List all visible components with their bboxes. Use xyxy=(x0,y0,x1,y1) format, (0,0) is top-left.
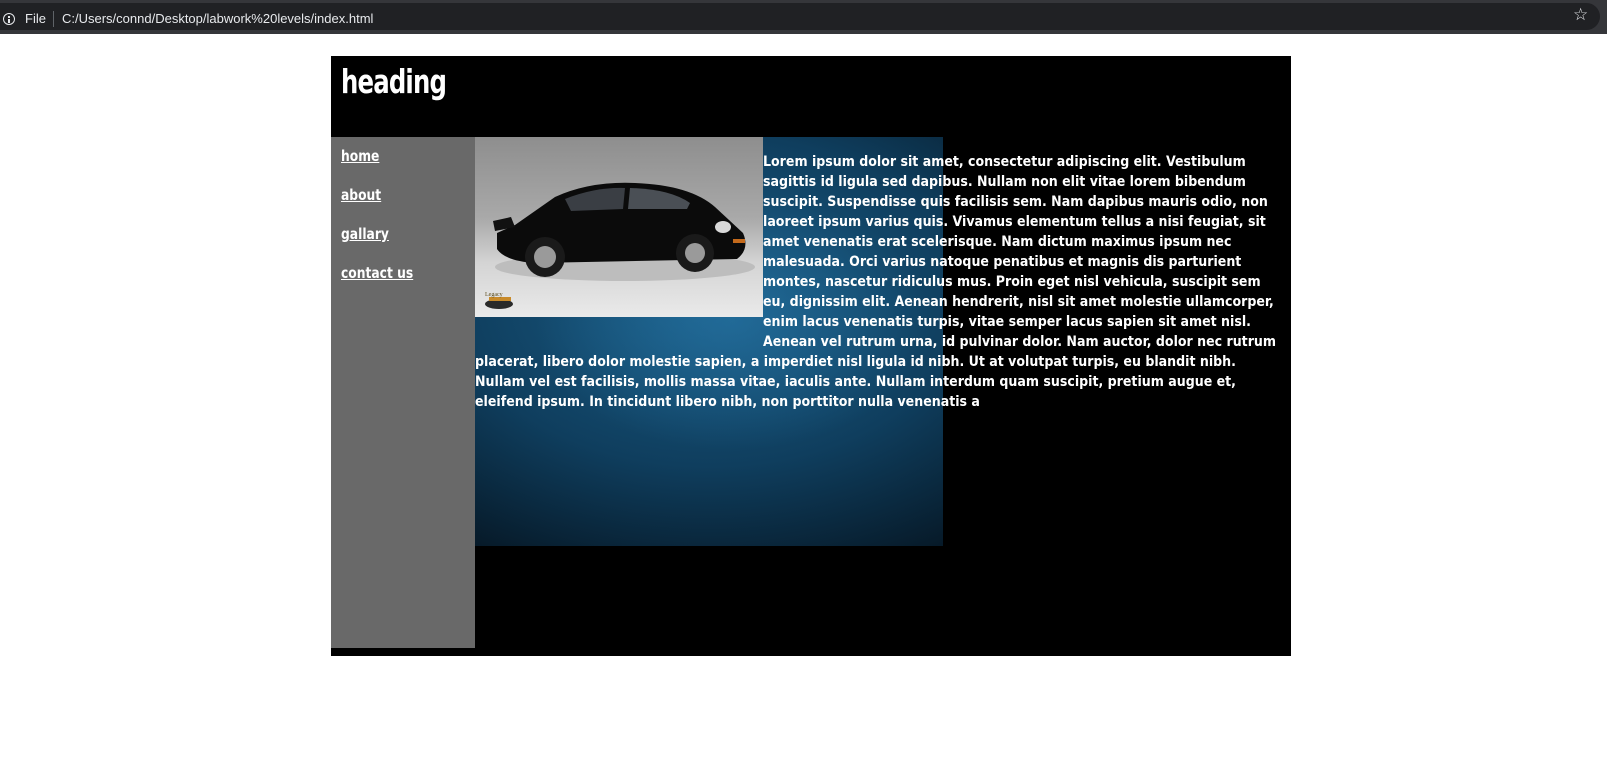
omnibox-divider xyxy=(53,11,54,27)
main-content: Legacy Lorem ipsum dolor sit amet, conse… xyxy=(475,137,1291,656)
page-heading: heading xyxy=(341,62,447,101)
browser-address-bar: File C:/Users/connd/Desktop/labwork%20le… xyxy=(0,0,1607,34)
page-header: heading xyxy=(331,56,1291,137)
info-icon[interactable] xyxy=(3,13,15,25)
lorem-text-block: Lorem ipsum dolor sit amet, consectetur … xyxy=(475,152,1281,412)
image-float-spacer xyxy=(475,152,763,334)
star-icon[interactable]: ☆ xyxy=(1573,5,1588,25)
nav-link-contact-us[interactable]: contact us xyxy=(341,264,413,282)
omnibox[interactable]: File C:/Users/connd/Desktop/labwork%20le… xyxy=(0,3,1600,30)
nav-link-home[interactable]: home xyxy=(341,147,379,165)
file-scheme-label: File xyxy=(25,11,46,26)
page-wrapper: heading home about gallary contact us Le… xyxy=(331,56,1291,656)
sidebar-nav: home about gallary contact us xyxy=(331,137,475,648)
nav-link-about[interactable]: about xyxy=(341,186,381,204)
nav-link-gallary[interactable]: gallary xyxy=(341,225,389,243)
url-text[interactable]: C:/Users/connd/Desktop/labwork%20levels/… xyxy=(62,11,373,26)
